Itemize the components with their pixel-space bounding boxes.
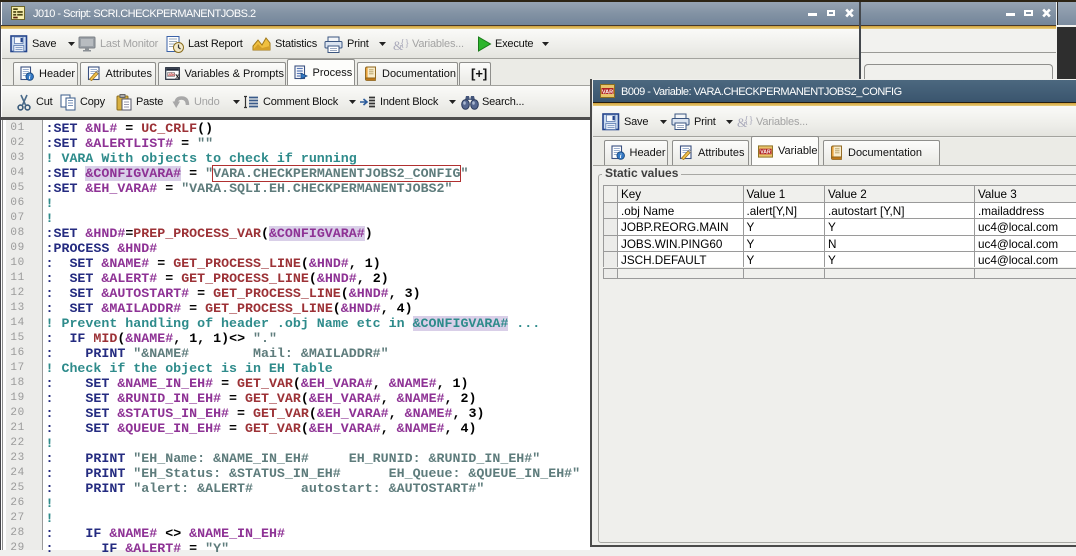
svg-text:VAR: VAR	[602, 89, 613, 95]
svg-text:i: i	[29, 74, 31, 81]
svg-text:x: x	[175, 71, 180, 81]
svg-text:{}: {}	[744, 115, 753, 126]
svg-text:{}: {}	[400, 38, 409, 49]
svg-text:VAR: VAR	[760, 149, 771, 155]
svg-text:i: i	[619, 153, 621, 160]
